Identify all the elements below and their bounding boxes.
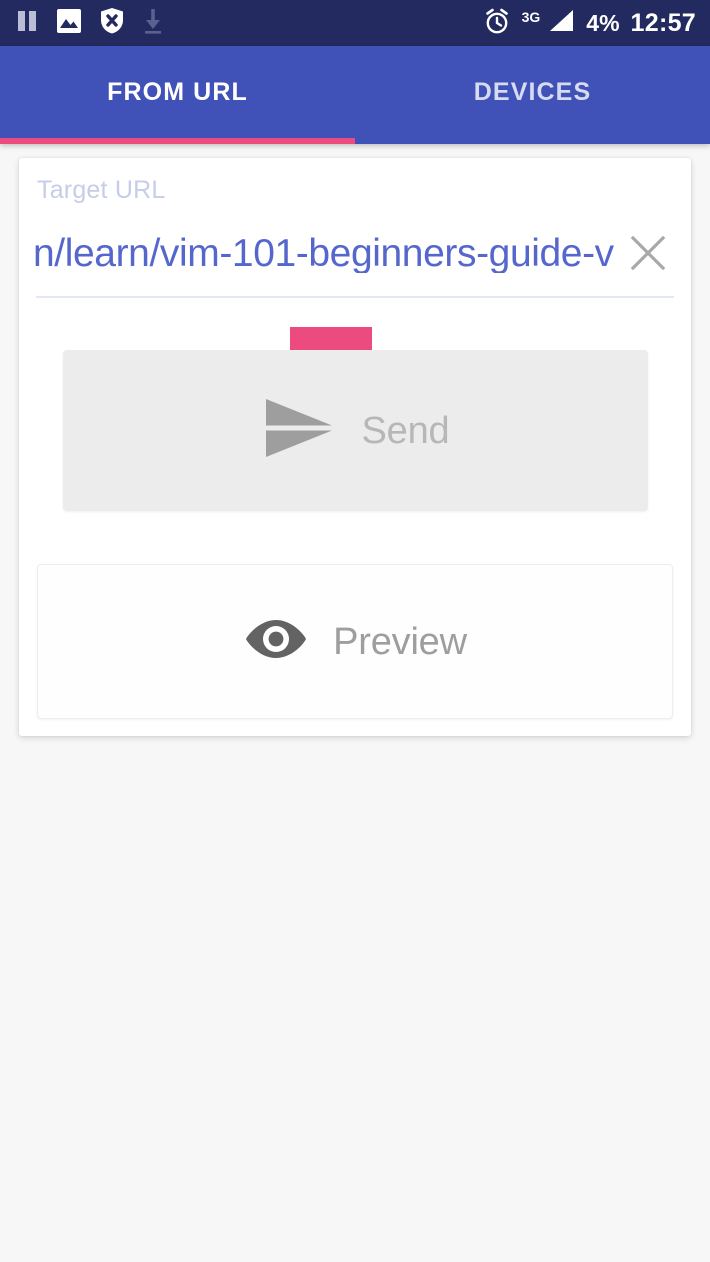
- target-url-underline: [36, 296, 674, 298]
- tab-active-indicator: [0, 138, 355, 144]
- image-icon: [56, 8, 82, 39]
- status-bar: 3G 4% 12:57: [0, 0, 710, 46]
- eye-icon: [243, 614, 309, 669]
- battery-level-label: 4%: [586, 9, 620, 36]
- tab-bar: FROM URL DEVICES: [0, 46, 710, 144]
- status-bar-system-icons: 3G 4% 12:57: [483, 7, 696, 40]
- alarm-clock-icon: [483, 7, 511, 40]
- close-x-icon[interactable]: [622, 227, 674, 279]
- send-button[interactable]: Send: [63, 350, 648, 511]
- tab-from-url[interactable]: FROM URL: [0, 46, 355, 138]
- app-root: 3G 4% 12:57 FROM URL DEVICES Target URL: [0, 0, 710, 1262]
- tab-from-url-label: FROM URL: [107, 77, 248, 106]
- pause-icon: [16, 9, 38, 38]
- target-url-field: Target URL n/learn/vim-101-beginners-gui…: [33, 176, 674, 289]
- signal-bars-icon: [547, 9, 575, 38]
- clock-label: 12:57: [630, 8, 696, 37]
- shield-x-icon: [100, 7, 124, 39]
- status-bar-notification-icons: [16, 7, 164, 39]
- target-url-input-row: n/learn/vim-101-beginners-guide-vim: [33, 217, 674, 289]
- tab-devices-label: DEVICES: [473, 77, 592, 106]
- status-badge: [290, 327, 372, 352]
- download-icon: [142, 8, 164, 39]
- send-button-label: Send: [361, 409, 450, 452]
- tab-list: FROM URL DEVICES: [0, 46, 710, 138]
- tab-devices[interactable]: DEVICES: [355, 46, 710, 138]
- from-url-card: Target URL n/learn/vim-101-beginners-gui…: [19, 158, 691, 736]
- preview-button-label: Preview: [333, 620, 467, 663]
- target-url-label: Target URL: [37, 176, 166, 204]
- target-url-input[interactable]: n/learn/vim-101-beginners-guide-vim: [33, 234, 616, 273]
- network-type-label: 3G: [521, 9, 541, 25]
- send-arrow-icon: [262, 397, 336, 464]
- preview-button[interactable]: Preview: [37, 564, 673, 719]
